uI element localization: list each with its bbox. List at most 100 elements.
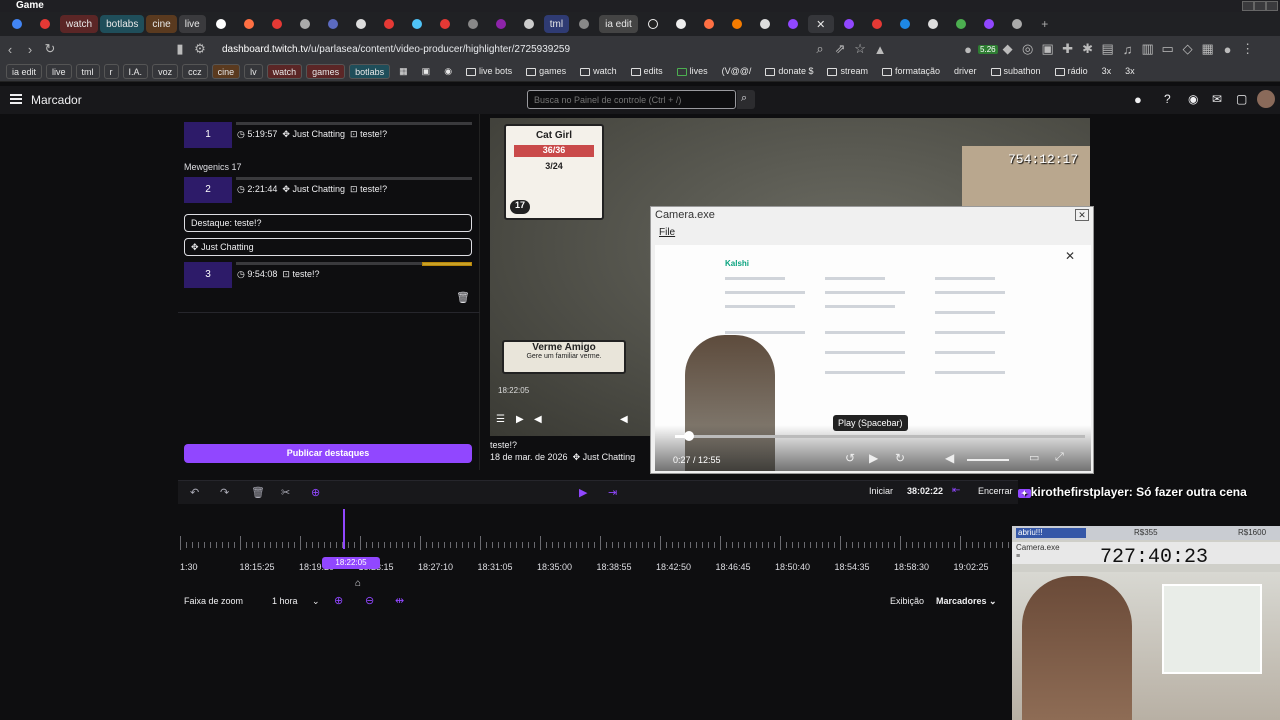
playhead-time[interactable]: 18:22:05 <box>322 557 380 569</box>
tab-cine[interactable]: cine <box>146 15 177 33</box>
apps-grid-icon[interactable]: ▦ <box>394 64 413 79</box>
publish-highlights-button[interactable]: Publicar destaques <box>184 444 472 463</box>
zoom-out-icon[interactable]: ⊖ <box>365 594 374 607</box>
search-button[interactable]: ⌕ <box>737 90 755 109</box>
close-button[interactable] <box>1266 1 1278 11</box>
tab-watch[interactable]: watch <box>60 15 99 33</box>
inbox-icon[interactable]: ✉ <box>1212 92 1222 106</box>
tab-botlabs[interactable]: botlabs <box>100 15 145 33</box>
bookmark-chip[interactable]: ia edit <box>6 64 43 79</box>
bookmark-folder[interactable]: games <box>521 64 571 79</box>
hamburger-menu-icon[interactable] <box>10 94 22 104</box>
notifications-icon[interactable]: ● <box>1134 92 1142 107</box>
tab-site[interactable] <box>1004 15 1030 33</box>
highlight-item[interactable]: 2 ◷ 2:21:44 ✥ Just Chatting ⊡ teste!? <box>184 177 472 203</box>
undo-icon[interactable]: ↶ <box>190 486 199 499</box>
bookmark-icon[interactable]: ▣ <box>417 64 436 79</box>
bookmark-chip[interactable]: games <box>306 64 346 79</box>
extension-icon[interactable]: ◇ <box>1178 41 1198 57</box>
rewind-icon[interactable]: ↺ <box>845 451 855 465</box>
bookmark-link[interactable]: driver <box>949 64 982 79</box>
tab-tml[interactable]: tml <box>543 15 570 33</box>
extension-icon[interactable]: ▣ <box>1038 41 1058 57</box>
extension-icon[interactable]: ▤ <box>1098 41 1118 57</box>
site-info-icon[interactable]: ⚙ <box>190 41 210 57</box>
play-icon[interactable]: ▶ <box>869 451 878 465</box>
bookmark-link[interactable]: (V@@/ <box>717 64 757 79</box>
extension-icon[interactable]: ▭ <box>1158 41 1178 57</box>
volume-icon[interactable]: ◀ <box>620 414 628 425</box>
camera-window-close-button[interactable]: ✕ <box>1075 209 1089 221</box>
tab-site[interactable] <box>752 15 778 33</box>
progress-track[interactable] <box>675 435 1085 438</box>
playhead-handle-icon[interactable]: ⌂ <box>355 578 361 589</box>
extension-icon[interactable]: ▥ <box>1138 41 1158 57</box>
forward-icon[interactable]: › <box>20 42 40 57</box>
bookmark-folder[interactable]: rádio <box>1050 64 1093 79</box>
extension-badge[interactable]: 5.26 <box>978 44 998 54</box>
bookmark-chip[interactable]: live <box>46 64 72 79</box>
avatar[interactable] <box>1257 90 1275 108</box>
bookmark-folder[interactable]: stream <box>822 64 873 79</box>
bookmark-chip[interactable]: botlabs <box>349 64 391 79</box>
bookmark-chip[interactable]: tml <box>75 64 100 79</box>
tab-twitch[interactable] <box>976 15 1002 33</box>
share-icon[interactable]: ⇗ <box>830 41 850 57</box>
tab-tiktok[interactable] <box>640 15 666 33</box>
profile-icon[interactable]: ● <box>1218 42 1238 57</box>
bookmark-chip[interactable]: r <box>103 64 119 79</box>
extension-icon[interactable]: ▲ <box>870 42 890 57</box>
bookmark-folder[interactable]: formatação <box>877 64 945 79</box>
tab-site[interactable] <box>516 15 542 33</box>
highlight-title-field[interactable]: Destaque: teste!? <box>184 214 472 232</box>
zoom-in-icon[interactable]: ⊕ <box>334 594 343 607</box>
play-icon[interactable]: ▶ <box>579 486 587 499</box>
close-icon[interactable]: ✕ <box>1065 249 1075 263</box>
tab-google[interactable] <box>208 15 234 33</box>
bookmark-folder[interactable]: lives <box>672 64 713 79</box>
star-icon[interactable]: ☆ <box>850 41 870 57</box>
url-field[interactable]: dashboard.twitch.tv/u/parlasea/content/v… <box>222 44 570 55</box>
tab-active-twitch[interactable]: ✕ <box>807 15 834 33</box>
fullscreen-icon[interactable]: ⤢ <box>1055 451 1064 464</box>
tab-site[interactable] <box>432 15 458 33</box>
redo-icon[interactable]: ↷ <box>220 486 229 499</box>
tab-site[interactable] <box>376 15 402 33</box>
captions-icon[interactable]: ▭ <box>1029 451 1039 464</box>
extension-icon[interactable]: ▦ <box>1198 41 1218 57</box>
bookmark-chip[interactable]: cine <box>211 64 241 79</box>
highlight-item[interactable]: 1 ◷ 5:19:57 ✥ Just Chatting ⊡ teste!? <box>184 122 472 148</box>
trash-icon[interactable]: 🗑 <box>456 291 470 304</box>
set-start-icon[interactable]: ⇤ <box>952 485 960 496</box>
tab-site[interactable] <box>724 15 750 33</box>
tab-site[interactable] <box>488 15 514 33</box>
highlight-category-field[interactable]: ✥ Just Chatting <box>184 238 472 256</box>
fit-icon[interactable]: ⇹ <box>395 594 404 607</box>
extension-icon[interactable]: ♫ <box>1118 42 1138 57</box>
bookmark-chip[interactable]: voz <box>152 64 179 79</box>
delete-icon[interactable]: 🗑 <box>251 486 265 499</box>
reload-icon[interactable]: ↻ <box>40 41 60 57</box>
maximize-button[interactable] <box>1254 1 1266 11</box>
bookmark-chip[interactable]: ccz <box>182 64 208 79</box>
zoom-select[interactable]: 1 hora ⌄ <box>272 596 320 607</box>
bookmark-folder[interactable]: edits <box>626 64 668 79</box>
start-time[interactable]: 38:02:22 <box>907 486 943 496</box>
tab-site[interactable] <box>571 15 597 33</box>
bookmark-folder[interactable]: watch <box>575 64 622 79</box>
tab-site[interactable] <box>668 15 694 33</box>
camera-window[interactable]: Camera.exe ✕ File Kalshi ✕ 0:27 / 12:55 … <box>650 206 1094 474</box>
view-select[interactable]: Marcadores ⌄ <box>936 596 997 607</box>
tab-record[interactable] <box>32 15 58 33</box>
tab-site[interactable] <box>320 15 346 33</box>
file-menu[interactable]: File <box>659 227 675 238</box>
help-icon[interactable]: ? <box>1164 92 1171 106</box>
cut-icon[interactable]: ✂ <box>281 486 290 499</box>
extension-icon[interactable]: ◆ <box>998 41 1018 57</box>
new-tab-button[interactable]: + <box>1032 15 1058 33</box>
tab-twitch[interactable] <box>836 15 862 33</box>
tab-site[interactable] <box>348 15 374 33</box>
add-marker-icon[interactable]: ⊕ <box>311 486 320 499</box>
tab-site[interactable] <box>264 15 290 33</box>
tab-ia-edit[interactable]: ia edit <box>599 15 638 33</box>
